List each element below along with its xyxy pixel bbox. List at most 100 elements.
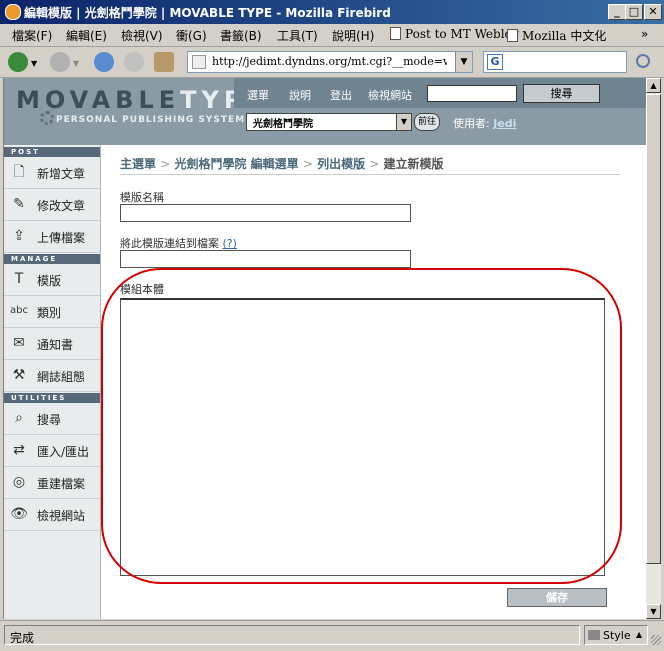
mt-search-input[interactable] (427, 85, 517, 102)
mt-logo: MOVABLETYPE (16, 86, 268, 114)
mt-header: MOVABLETYPE PERSONAL PUBLISHING SYSTEM 選… (4, 78, 647, 145)
link-file-label: 將此模版連結到檔案 (?) (120, 235, 237, 251)
sidebar: POST 🗋 新增文章 ✎ 修改文章 ⇪ 上傳檔案 MANAGE T 模版 abc 類別 … (4, 145, 101, 619)
page-icon (507, 29, 518, 42)
template-name-input[interactable] (120, 204, 411, 222)
style-switcher[interactable]: Style ▲ (584, 625, 648, 645)
scroll-down-icon[interactable]: ▼ (646, 604, 661, 619)
config-icon: ⚒ (12, 367, 26, 383)
gear-icon (40, 111, 54, 125)
search-go-icon[interactable] (636, 54, 650, 68)
status-panel: 完成 (4, 625, 580, 645)
menu-view[interactable]: 檢視(V) (121, 27, 163, 44)
new-entry-icon: 🗋 (13, 164, 25, 180)
forward-icon[interactable] (50, 52, 70, 72)
help-link[interactable]: (?) (223, 237, 237, 250)
section-utilities: UTILITIES (4, 393, 100, 403)
maximize-button[interactable]: □ (625, 4, 643, 20)
style-label: Style (603, 629, 631, 642)
forward-dropdown-icon[interactable]: ▼ (73, 59, 79, 68)
search-engine-icon[interactable]: G (487, 54, 503, 70)
bookmark-label: Mozilla 中文化 (522, 29, 607, 43)
breadcrumb-main-menu[interactable]: 主選單 (120, 157, 156, 171)
reload-icon[interactable] (94, 52, 114, 72)
logo-tagline: PERSONAL PUBLISHING SYSTEM (56, 115, 246, 125)
import-export-icon: ⇄ (13, 442, 25, 458)
user-info: 使用者: Jedi (453, 115, 516, 131)
url-dropdown-icon[interactable]: ▼ (455, 52, 472, 72)
go-button[interactable]: 前往 (414, 113, 440, 131)
page-icon (192, 55, 206, 69)
nav-logout-link[interactable]: 登出 (330, 87, 352, 103)
sidebar-item-categories[interactable]: abc 類別 (4, 296, 100, 328)
app-icon (5, 4, 21, 20)
menu-bookmarks[interactable]: 書籤(B) (220, 27, 262, 44)
sidebar-item-label: 網誌組態 (37, 370, 86, 384)
status-bar: 完成 Style ▲ (0, 620, 664, 651)
blog-select[interactable]: 光劍格鬥學院 ▼ (246, 113, 412, 131)
breadcrumb-list-templates[interactable]: 列出模版 (317, 157, 365, 171)
notifications-icon: ✉ (13, 335, 25, 351)
home-icon[interactable] (154, 52, 174, 72)
bookmark-post-to-mt[interactable]: Post to MT Weblog (390, 27, 519, 41)
sidebar-item-search[interactable]: ⌕ 搜尋 (4, 403, 100, 435)
user-label: 使用者: (453, 117, 490, 130)
breadcrumb-blog-menu[interactable]: 光劍格鬥學院 編輯選單 (174, 157, 298, 171)
breadcrumb-separator: > (160, 157, 171, 171)
nav-menu-link[interactable]: 選單 (247, 87, 269, 103)
back-dropdown-icon[interactable]: ▼ (31, 59, 37, 68)
style-icon (588, 630, 600, 640)
sidebar-item-templates[interactable]: T 模版 (4, 264, 100, 296)
menu-file[interactable]: 檔案(F) (12, 27, 52, 44)
blog-select-value: 光劍格鬥學院 (253, 119, 313, 130)
menu-bar: 檔案(F) 編輯(E) 檢視(V) 衝(G) 書籤(B) 工具(T) 說明(H)… (0, 24, 664, 47)
sidebar-item-edit-entries[interactable]: ✎ 修改文章 (4, 189, 100, 221)
url-bar[interactable]: http://jedimt.dyndns.org/mt.cgi?__mode=v… (187, 51, 473, 73)
sidebar-item-new-entry[interactable]: 🗋 新增文章 (4, 157, 100, 189)
page-icon (390, 27, 401, 40)
nav-view-site-link[interactable]: 檢視網站 (368, 87, 412, 103)
edit-entries-icon: ✎ (13, 196, 25, 212)
bookmark-mozilla-zh[interactable]: Mozilla 中文化 (507, 27, 606, 44)
menu-tools[interactable]: 工具(T) (277, 27, 318, 44)
nav-help-link[interactable]: 說明 (289, 87, 311, 103)
link-file-input[interactable] (120, 250, 411, 268)
menu-edit[interactable]: 編輯(E) (66, 27, 107, 44)
url-text: http://jedimt.dyndns.org/mt.cgi?__mode=v… (212, 55, 447, 68)
sidebar-item-upload[interactable]: ⇪ 上傳檔案 (4, 221, 100, 253)
sidebar-item-label: 修改文章 (37, 199, 86, 213)
minimize-button[interactable]: _ (608, 4, 626, 20)
upload-icon: ⇪ (13, 228, 25, 244)
templates-icon: T (14, 271, 24, 287)
categories-icon: abc (10, 305, 28, 316)
highlight-annotation (101, 268, 622, 584)
vertical-scrollbar[interactable]: ▲ ▼ (646, 78, 661, 619)
breadcrumb-current: 建立新模版 (383, 157, 444, 171)
sidebar-item-label: 模版 (37, 274, 62, 288)
web-search-input[interactable]: G (483, 51, 627, 73)
breadcrumb-separator: > (302, 157, 313, 171)
close-button[interactable]: ✕ (644, 4, 662, 20)
scroll-up-icon[interactable]: ▲ (646, 78, 661, 93)
mt-search-button[interactable]: 搜尋 (523, 84, 600, 103)
save-button[interactable]: 儲存 (507, 588, 607, 607)
sidebar-item-label: 通知書 (37, 338, 74, 352)
breadcrumb: 主選單 > 光劍格鬥學院 編輯選單 > 列出模版 > 建立新模版 (120, 155, 444, 172)
resize-grip-icon[interactable] (651, 635, 661, 645)
back-icon[interactable] (8, 52, 28, 72)
template-name-label: 模版名稱 (120, 191, 164, 204)
sidebar-item-config[interactable]: ⚒ 網誌組態 (4, 360, 100, 392)
sidebar-item-notifications[interactable]: ✉ 通知書 (4, 328, 100, 360)
logo-movable: MOVABLE (16, 86, 181, 114)
sidebar-item-label: 上傳檔案 (37, 231, 86, 245)
sidebar-item-import-export[interactable]: ⇄ 匯入/匯出 (4, 435, 100, 467)
stop-icon[interactable] (124, 52, 144, 72)
sidebar-item-rebuild[interactable]: ◎ 重建檔案 (4, 467, 100, 499)
sidebar-item-view-site[interactable]: 👁 檢視網站 (4, 499, 100, 531)
view-site-icon: 👁 (10, 506, 28, 522)
menu-help[interactable]: 說明(H) (332, 27, 374, 44)
user-name-link[interactable]: Jedi (493, 117, 516, 130)
bookmarks-overflow-icon[interactable]: » (641, 27, 648, 41)
scroll-thumb[interactable] (646, 94, 661, 564)
menu-go[interactable]: 衝(G) (176, 27, 207, 44)
